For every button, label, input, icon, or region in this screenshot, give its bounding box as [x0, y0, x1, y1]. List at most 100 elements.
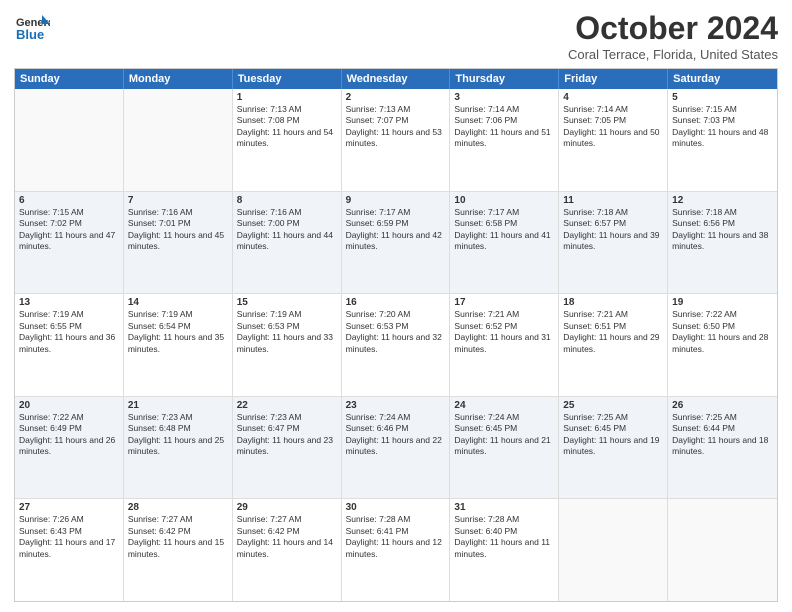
day-header-tuesday: Tuesday — [233, 69, 342, 89]
calendar-row-1: 1Sunrise: 7:13 AM Sunset: 7:08 PM Daylig… — [15, 89, 777, 192]
day-number: 4 — [563, 92, 663, 103]
calendar-cell: 21Sunrise: 7:23 AM Sunset: 6:48 PM Dayli… — [124, 397, 233, 499]
calendar-cell: 10Sunrise: 7:17 AM Sunset: 6:58 PM Dayli… — [450, 192, 559, 294]
cell-info: Sunrise: 7:17 AM Sunset: 6:59 PM Dayligh… — [346, 207, 446, 253]
day-number: 7 — [128, 195, 228, 206]
calendar-header: SundayMondayTuesdayWednesdayThursdayFrid… — [15, 69, 777, 89]
day-number: 8 — [237, 195, 337, 206]
cell-info: Sunrise: 7:16 AM Sunset: 7:00 PM Dayligh… — [237, 207, 337, 253]
cell-info: Sunrise: 7:25 AM Sunset: 6:45 PM Dayligh… — [563, 412, 663, 458]
cell-info: Sunrise: 7:22 AM Sunset: 6:49 PM Dayligh… — [19, 412, 119, 458]
day-header-monday: Monday — [124, 69, 233, 89]
calendar-cell: 14Sunrise: 7:19 AM Sunset: 6:54 PM Dayli… — [124, 294, 233, 396]
calendar: SundayMondayTuesdayWednesdayThursdayFrid… — [14, 68, 778, 602]
page: General Blue October 2024 Coral Terrace,… — [0, 0, 792, 612]
calendar-cell: 12Sunrise: 7:18 AM Sunset: 6:56 PM Dayli… — [668, 192, 777, 294]
location: Coral Terrace, Florida, United States — [568, 47, 778, 62]
calendar-cell: 24Sunrise: 7:24 AM Sunset: 6:45 PM Dayli… — [450, 397, 559, 499]
calendar-cell: 26Sunrise: 7:25 AM Sunset: 6:44 PM Dayli… — [668, 397, 777, 499]
calendar-cell: 20Sunrise: 7:22 AM Sunset: 6:49 PM Dayli… — [15, 397, 124, 499]
day-number: 26 — [672, 400, 773, 411]
day-header-sunday: Sunday — [15, 69, 124, 89]
cell-info: Sunrise: 7:22 AM Sunset: 6:50 PM Dayligh… — [672, 309, 773, 355]
calendar-cell: 25Sunrise: 7:25 AM Sunset: 6:45 PM Dayli… — [559, 397, 668, 499]
day-number: 3 — [454, 92, 554, 103]
calendar-cell: 9Sunrise: 7:17 AM Sunset: 6:59 PM Daylig… — [342, 192, 451, 294]
calendar-cell: 13Sunrise: 7:19 AM Sunset: 6:55 PM Dayli… — [15, 294, 124, 396]
calendar-cell: 8Sunrise: 7:16 AM Sunset: 7:00 PM Daylig… — [233, 192, 342, 294]
calendar-cell: 16Sunrise: 7:20 AM Sunset: 6:53 PM Dayli… — [342, 294, 451, 396]
day-number: 16 — [346, 297, 446, 308]
calendar-cell: 29Sunrise: 7:27 AM Sunset: 6:42 PM Dayli… — [233, 499, 342, 601]
calendar-cell: 11Sunrise: 7:18 AM Sunset: 6:57 PM Dayli… — [559, 192, 668, 294]
day-number: 27 — [19, 502, 119, 513]
calendar-cell: 30Sunrise: 7:28 AM Sunset: 6:41 PM Dayli… — [342, 499, 451, 601]
day-number: 21 — [128, 400, 228, 411]
calendar-cell: 22Sunrise: 7:23 AM Sunset: 6:47 PM Dayli… — [233, 397, 342, 499]
calendar-cell — [124, 89, 233, 191]
calendar-cell: 3Sunrise: 7:14 AM Sunset: 7:06 PM Daylig… — [450, 89, 559, 191]
day-number: 11 — [563, 195, 663, 206]
day-header-thursday: Thursday — [450, 69, 559, 89]
cell-info: Sunrise: 7:24 AM Sunset: 6:46 PM Dayligh… — [346, 412, 446, 458]
cell-info: Sunrise: 7:17 AM Sunset: 6:58 PM Dayligh… — [454, 207, 554, 253]
svg-text:Blue: Blue — [16, 27, 44, 42]
calendar-cell: 19Sunrise: 7:22 AM Sunset: 6:50 PM Dayli… — [668, 294, 777, 396]
calendar-row-2: 6Sunrise: 7:15 AM Sunset: 7:02 PM Daylig… — [15, 192, 777, 295]
cell-info: Sunrise: 7:28 AM Sunset: 6:41 PM Dayligh… — [346, 514, 446, 560]
day-header-wednesday: Wednesday — [342, 69, 451, 89]
logo-icon: General Blue — [14, 10, 50, 46]
calendar-cell: 18Sunrise: 7:21 AM Sunset: 6:51 PM Dayli… — [559, 294, 668, 396]
calendar-cell — [15, 89, 124, 191]
day-number: 6 — [19, 195, 119, 206]
cell-info: Sunrise: 7:16 AM Sunset: 7:01 PM Dayligh… — [128, 207, 228, 253]
cell-info: Sunrise: 7:18 AM Sunset: 6:56 PM Dayligh… — [672, 207, 773, 253]
calendar-row-3: 13Sunrise: 7:19 AM Sunset: 6:55 PM Dayli… — [15, 294, 777, 397]
calendar-cell: 31Sunrise: 7:28 AM Sunset: 6:40 PM Dayli… — [450, 499, 559, 601]
calendar-cell: 2Sunrise: 7:13 AM Sunset: 7:07 PM Daylig… — [342, 89, 451, 191]
cell-info: Sunrise: 7:15 AM Sunset: 7:03 PM Dayligh… — [672, 104, 773, 150]
day-number: 28 — [128, 502, 228, 513]
calendar-cell: 1Sunrise: 7:13 AM Sunset: 7:08 PM Daylig… — [233, 89, 342, 191]
day-number: 12 — [672, 195, 773, 206]
cell-info: Sunrise: 7:13 AM Sunset: 7:07 PM Dayligh… — [346, 104, 446, 150]
cell-info: Sunrise: 7:14 AM Sunset: 7:05 PM Dayligh… — [563, 104, 663, 150]
day-number: 13 — [19, 297, 119, 308]
cell-info: Sunrise: 7:27 AM Sunset: 6:42 PM Dayligh… — [128, 514, 228, 560]
cell-info: Sunrise: 7:25 AM Sunset: 6:44 PM Dayligh… — [672, 412, 773, 458]
day-number: 19 — [672, 297, 773, 308]
calendar-cell: 6Sunrise: 7:15 AM Sunset: 7:02 PM Daylig… — [15, 192, 124, 294]
header: General Blue October 2024 Coral Terrace,… — [14, 10, 778, 62]
cell-info: Sunrise: 7:24 AM Sunset: 6:45 PM Dayligh… — [454, 412, 554, 458]
calendar-row-4: 20Sunrise: 7:22 AM Sunset: 6:49 PM Dayli… — [15, 397, 777, 500]
day-number: 30 — [346, 502, 446, 513]
calendar-cell: 23Sunrise: 7:24 AM Sunset: 6:46 PM Dayli… — [342, 397, 451, 499]
day-number: 17 — [454, 297, 554, 308]
cell-info: Sunrise: 7:14 AM Sunset: 7:06 PM Dayligh… — [454, 104, 554, 150]
calendar-row-5: 27Sunrise: 7:26 AM Sunset: 6:43 PM Dayli… — [15, 499, 777, 601]
day-number: 24 — [454, 400, 554, 411]
calendar-cell: 7Sunrise: 7:16 AM Sunset: 7:01 PM Daylig… — [124, 192, 233, 294]
calendar-cell: 28Sunrise: 7:27 AM Sunset: 6:42 PM Dayli… — [124, 499, 233, 601]
day-number: 18 — [563, 297, 663, 308]
cell-info: Sunrise: 7:20 AM Sunset: 6:53 PM Dayligh… — [346, 309, 446, 355]
day-number: 5 — [672, 92, 773, 103]
day-number: 29 — [237, 502, 337, 513]
month-title: October 2024 — [568, 10, 778, 47]
day-number: 23 — [346, 400, 446, 411]
cell-info: Sunrise: 7:15 AM Sunset: 7:02 PM Dayligh… — [19, 207, 119, 253]
logo: General Blue — [14, 10, 50, 46]
cell-info: Sunrise: 7:23 AM Sunset: 6:48 PM Dayligh… — [128, 412, 228, 458]
calendar-cell: 15Sunrise: 7:19 AM Sunset: 6:53 PM Dayli… — [233, 294, 342, 396]
day-header-saturday: Saturday — [668, 69, 777, 89]
cell-info: Sunrise: 7:21 AM Sunset: 6:51 PM Dayligh… — [563, 309, 663, 355]
cell-info: Sunrise: 7:19 AM Sunset: 6:53 PM Dayligh… — [237, 309, 337, 355]
day-number: 2 — [346, 92, 446, 103]
calendar-cell: 27Sunrise: 7:26 AM Sunset: 6:43 PM Dayli… — [15, 499, 124, 601]
calendar-cell — [559, 499, 668, 601]
day-number: 9 — [346, 195, 446, 206]
day-number: 1 — [237, 92, 337, 103]
cell-info: Sunrise: 7:28 AM Sunset: 6:40 PM Dayligh… — [454, 514, 554, 560]
calendar-cell — [668, 499, 777, 601]
day-number: 22 — [237, 400, 337, 411]
